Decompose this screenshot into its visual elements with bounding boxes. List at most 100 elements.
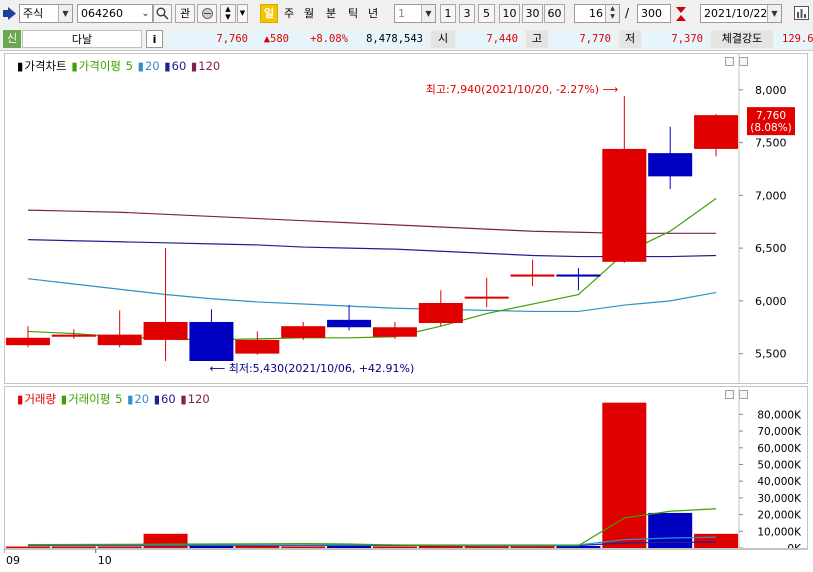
period-day-button[interactable]: 일 bbox=[260, 4, 278, 23]
low-price: 7,370 bbox=[642, 30, 707, 48]
price-chart-panel[interactable]: ▮가격차트 ▮가격이평 5 ▮20 ▮60 ▮120 5,500 6,000 6,5… bbox=[4, 53, 808, 384]
high-label: 고 bbox=[526, 30, 548, 48]
volume-axis-label: 70,000K bbox=[757, 426, 802, 438]
credit-badge: 신 bbox=[3, 30, 21, 48]
volume-chart-panel[interactable]: ▮거래량 ▮거래이평 5 ▮20 ▮60 ▮120 0K10,000K20,00… bbox=[4, 386, 808, 549]
price-ma20-line bbox=[27, 278, 717, 313]
high-price: 7,770 bbox=[549, 30, 615, 48]
price-change: ▲580 bbox=[253, 30, 293, 48]
current-price: 7,760 bbox=[168, 30, 252, 48]
history-button[interactable] bbox=[197, 4, 217, 23]
high-annotation: 최고:7,940(2021/10/20, -2.27%) ⟶ bbox=[426, 83, 619, 96]
date-axis-label: 09 bbox=[6, 554, 20, 567]
period-minute-button[interactable]: 분 bbox=[322, 4, 340, 23]
stock-spinner[interactable]: ▲ ▼ bbox=[220, 4, 236, 23]
volume-bar bbox=[602, 402, 647, 548]
volume-bar bbox=[97, 546, 142, 548]
price-axis-label: 5,500 bbox=[755, 348, 787, 361]
stock-name[interactable]: 다날 bbox=[22, 30, 142, 48]
chevron-down-icon[interactable]: ▼ bbox=[767, 5, 781, 22]
total-count-input[interactable]: 300 bbox=[637, 4, 671, 23]
volume-axis-label: 80,000K bbox=[757, 409, 802, 421]
low-label: 저 bbox=[619, 30, 641, 48]
period-tick-button[interactable]: 틱 bbox=[344, 4, 362, 23]
count-spinner[interactable]: ▲ ▼ bbox=[605, 5, 619, 22]
volume-chart-canvas[interactable]: 0K 10,000K 20,000K 30,000K 40,000K 50,000K 60,… bbox=[5, 387, 807, 548]
volume-bar bbox=[694, 533, 739, 548]
date-axis-canvas: 09 10 bbox=[3, 549, 808, 567]
candle-body bbox=[648, 153, 693, 177]
price-axis-label: 7,000 bbox=[755, 189, 787, 202]
stock-info-button[interactable]: i bbox=[146, 30, 163, 48]
unit-10-button[interactable]: 10 bbox=[499, 4, 520, 23]
unit-60-button[interactable]: 60 bbox=[544, 4, 565, 23]
volume-bar bbox=[51, 546, 96, 548]
screen-link-icon[interactable] bbox=[3, 7, 17, 20]
display-count-input[interactable]: 16 ▲ ▼ bbox=[574, 4, 620, 23]
volume-axis-label: 60,000K bbox=[757, 443, 802, 455]
price-axis-label: 7,500 bbox=[755, 137, 787, 150]
unit-select[interactable]: 1 ▼ bbox=[394, 4, 436, 23]
chevron-down-icon[interactable]: ▼ bbox=[421, 5, 435, 22]
current-price-label: 7,760 bbox=[756, 110, 786, 122]
candle-body bbox=[510, 274, 555, 277]
volume-bar bbox=[372, 546, 417, 548]
candle-body bbox=[372, 327, 417, 337]
price-chart-canvas[interactable]: 5,500 6,000 6,500 7,000 7,500 8,000 최고:7,940(2… bbox=[5, 54, 807, 383]
date-picker-value: 2021/10/22 bbox=[704, 7, 768, 20]
date-picker[interactable]: 2021/10/22 ▼ bbox=[700, 4, 782, 23]
stock-code-input[interactable]: 064260 ⌄ bbox=[77, 4, 153, 23]
history-icon bbox=[201, 8, 213, 19]
dropdown-button[interactable]: ▼ bbox=[237, 4, 248, 23]
candle-body bbox=[281, 326, 326, 338]
date-axis-label: 10 bbox=[98, 554, 112, 567]
count-separator: / bbox=[625, 6, 630, 20]
stock-code-value: 064260 bbox=[81, 7, 123, 20]
market-select-value: 주식 bbox=[23, 7, 44, 20]
total-count-value: 300 bbox=[641, 7, 662, 20]
display-count-value: 16 bbox=[589, 7, 603, 20]
search-button[interactable] bbox=[153, 4, 172, 23]
candle-body bbox=[464, 296, 509, 299]
unit-5-button[interactable]: 5 bbox=[478, 4, 495, 23]
market-select[interactable]: 주식 ▼ bbox=[19, 4, 73, 23]
candle-body bbox=[602, 148, 647, 262]
unit-1-button[interactable]: 1 bbox=[440, 4, 456, 23]
candle-body bbox=[235, 339, 280, 354]
volume-axis-label: 50,000K bbox=[757, 459, 802, 471]
volume-bar bbox=[327, 545, 372, 548]
strength-label: 체결강도 bbox=[711, 30, 773, 48]
period-year-button[interactable]: 년 bbox=[364, 4, 382, 23]
unit-select-value: 1 bbox=[398, 7, 405, 20]
volume-axis-label: 40,000K bbox=[757, 476, 802, 488]
candle-body bbox=[51, 334, 96, 337]
quote-bar: 신 다날 i 7,760 ▲580 +8.08% 8,478,543 시 7,4… bbox=[0, 28, 813, 51]
candle-body bbox=[189, 321, 234, 362]
price-axis-label: 6,500 bbox=[755, 242, 787, 255]
candle-body bbox=[694, 115, 739, 149]
unit-30-button[interactable]: 30 bbox=[522, 4, 543, 23]
open-price: 7,440 bbox=[456, 30, 522, 48]
volume-axis-label: 20,000K bbox=[757, 510, 802, 522]
unit-3-button[interactable]: 3 bbox=[459, 4, 475, 23]
chevron-down-icon[interactable]: ▼ bbox=[58, 5, 72, 22]
volume-bar bbox=[5, 546, 50, 548]
search-icon bbox=[156, 7, 169, 20]
chart-settings-icon[interactable] bbox=[794, 6, 810, 21]
candle-body bbox=[327, 319, 372, 328]
watchlist-button[interactable]: 관 bbox=[175, 4, 195, 23]
candle-body bbox=[5, 337, 50, 346]
volume-bar bbox=[281, 546, 326, 548]
refresh-icon[interactable] bbox=[674, 6, 688, 22]
period-week-button[interactable]: 주 bbox=[280, 4, 298, 23]
candle-body bbox=[418, 302, 463, 324]
period-month-button[interactable]: 월 bbox=[300, 4, 318, 23]
current-pct-label: (8.08%) bbox=[750, 122, 792, 134]
chevron-down-icon[interactable]: ⌄ bbox=[139, 5, 152, 22]
change-percent: +8.08% bbox=[294, 30, 352, 48]
volume-axis-label: 10,000K bbox=[757, 526, 802, 538]
price-axis-label: 6,000 bbox=[755, 295, 787, 308]
date-axis: 09 10 bbox=[3, 549, 808, 569]
trade-strength: 129.6 bbox=[774, 30, 813, 48]
candle-body bbox=[556, 274, 601, 277]
